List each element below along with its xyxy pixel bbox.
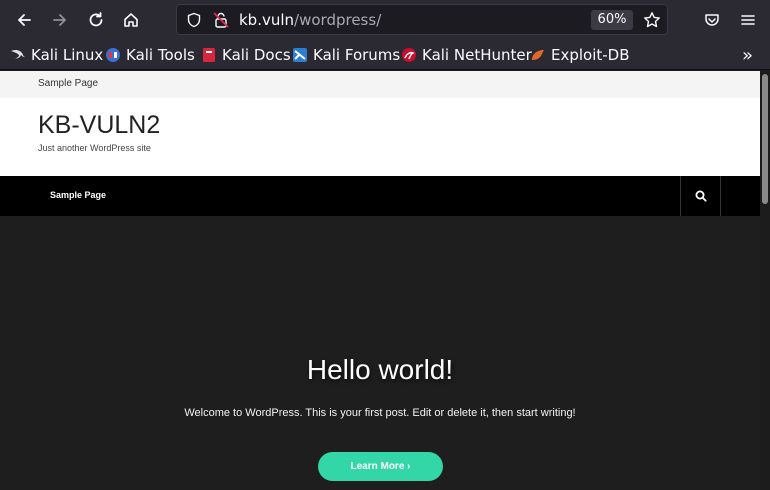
bookmark-kali-forums[interactable]: Kali Forums (292, 46, 400, 64)
home-button[interactable] (119, 8, 143, 32)
bookmark-label: Kali Linux (31, 46, 104, 64)
bookmark-exploit-db[interactable]: Exploit-DB (530, 46, 630, 64)
browser-toolbar: kb.vuln/wordpress/ 60% (0, 0, 770, 40)
hero-section: Hello world! Welcome to WordPress. This … (0, 216, 760, 490)
bookmark-label: Kali Tools (126, 46, 195, 64)
kali-forums-icon (293, 48, 307, 62)
bookmark-label: Kali Docs (222, 46, 291, 64)
pocket-icon (705, 14, 719, 26)
exploit-db-icon (532, 50, 544, 60)
web-page: Sample Page KB-VULN2 Just another WordPr… (0, 71, 760, 490)
bookmarks-toolbar: Kali Linux Kali Tools Kali Docs Kali For… (0, 40, 770, 70)
arrow-left-icon (18, 14, 31, 26)
hamburger-menu-icon (741, 15, 755, 25)
top-menu-bar: Sample Page (0, 71, 760, 98)
site-tagline: Just another WordPress site (38, 143, 151, 153)
kali-tools-icon (106, 48, 120, 62)
browser-window: kb.vuln/wordpress/ 60% Kali Linux Kali T… (0, 0, 770, 490)
insecure-lock-icon[interactable] (212, 11, 230, 29)
menu-button[interactable] (736, 8, 760, 32)
kali-dragon-icon (11, 49, 25, 59)
address-bar[interactable]: kb.vuln/wordpress/ 60% (176, 4, 668, 35)
url-host: kb.vuln (239, 11, 295, 29)
bookmark-label: Kali NetHunter (422, 46, 532, 64)
bookmark-kali-nethunter[interactable]: Kali NetHunter (401, 46, 532, 64)
back-button[interactable] (12, 8, 36, 32)
bookmarks-overflow-button[interactable]: » (742, 45, 753, 66)
bookmark-label: Exploit-DB (551, 46, 630, 64)
learn-more-button[interactable]: Learn More › (318, 452, 443, 481)
url-path: /wordpress/ (294, 11, 382, 29)
reload-button[interactable] (84, 8, 108, 32)
zoom-level-badge[interactable]: 60% (591, 10, 633, 30)
arrow-right-icon (53, 14, 66, 26)
main-navigation: Sample Page (0, 176, 760, 216)
star-icon[interactable] (643, 11, 661, 29)
bookmark-kali-tools[interactable]: Kali Tools (105, 46, 195, 64)
search-icon (695, 190, 707, 202)
bookmark-kali-linux[interactable]: Kali Linux (10, 46, 103, 64)
bookmark-label: Kali Forums (313, 46, 401, 64)
top-menu-sample-page-link[interactable]: Sample Page (38, 78, 98, 89)
site-header: KB-VULN2 Just another WordPress site (0, 98, 760, 176)
post-title[interactable]: Hello world! (0, 354, 760, 386)
shield-icon[interactable] (186, 12, 202, 28)
post-excerpt: Welcome to WordPress. This is your first… (184, 407, 576, 419)
kali-docs-icon (203, 48, 215, 62)
pocket-button[interactable] (700, 8, 724, 32)
site-title[interactable]: KB-VULN2 (38, 111, 160, 140)
search-button[interactable] (680, 176, 721, 216)
bookmark-kali-docs[interactable]: Kali Docs (201, 46, 291, 64)
scrollbar-thumb[interactable] (762, 74, 768, 204)
reload-icon (89, 12, 103, 27)
forward-button[interactable] (48, 8, 72, 32)
url-text[interactable]: kb.vuln/wordpress/ (239, 11, 381, 29)
home-icon (124, 13, 138, 27)
kali-nethunter-icon (402, 48, 416, 62)
page-scrollbar[interactable] (760, 71, 770, 490)
nav-item-sample-page[interactable]: Sample Page (50, 190, 106, 200)
